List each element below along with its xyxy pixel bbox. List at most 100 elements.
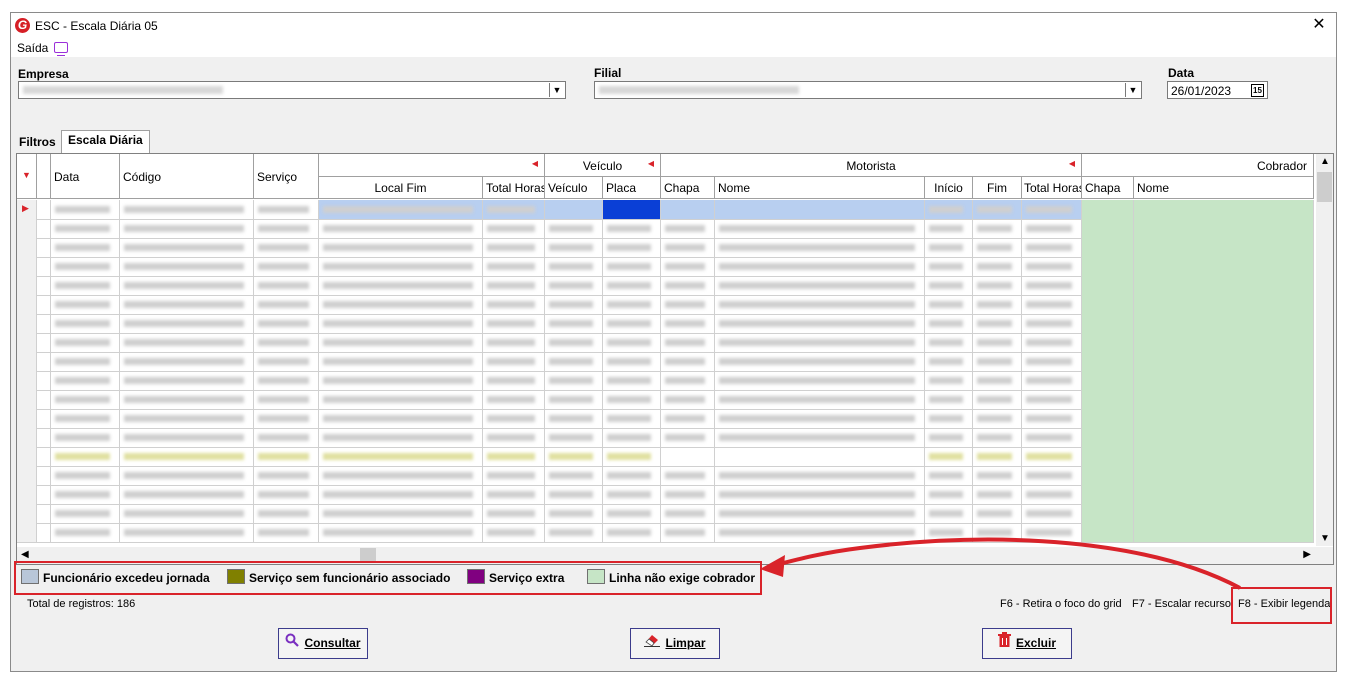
table-cell[interactable]	[715, 390, 925, 409]
table-cell[interactable]	[51, 257, 120, 276]
table-cell[interactable]	[1134, 295, 1314, 314]
table-cell[interactable]	[603, 200, 661, 219]
table-cell[interactable]	[51, 466, 120, 485]
table-cell[interactable]	[1022, 295, 1082, 314]
table-cell[interactable]	[603, 409, 661, 428]
table-cell[interactable]	[973, 504, 1022, 523]
table-cell[interactable]	[1082, 276, 1134, 295]
table-row[interactable]	[17, 295, 1314, 315]
table-cell[interactable]	[51, 447, 120, 466]
limpar-button[interactable]: Limpar	[630, 628, 720, 659]
table-cell[interactable]	[1082, 371, 1134, 390]
table-cell[interactable]	[51, 200, 120, 219]
table-cell[interactable]	[603, 371, 661, 390]
table-row[interactable]	[17, 257, 1314, 277]
table-cell[interactable]	[925, 428, 973, 447]
table-cell[interactable]	[1134, 485, 1314, 504]
table-cell[interactable]	[17, 219, 37, 238]
table-cell[interactable]	[545, 504, 603, 523]
table-row[interactable]	[17, 219, 1314, 239]
table-cell[interactable]	[483, 447, 545, 466]
table-cell[interactable]	[715, 504, 925, 523]
table-row[interactable]	[17, 333, 1314, 353]
table-cell[interactable]	[973, 352, 1022, 371]
table-cell[interactable]	[715, 200, 925, 219]
table-cell[interactable]	[603, 219, 661, 238]
table-cell[interactable]	[715, 238, 925, 257]
table-cell[interactable]	[925, 447, 973, 466]
table-cell[interactable]	[37, 390, 51, 409]
table-cell[interactable]	[545, 314, 603, 333]
table-row[interactable]	[17, 238, 1314, 258]
table-cell[interactable]	[37, 257, 51, 276]
table-cell[interactable]	[17, 390, 37, 409]
table-cell[interactable]	[17, 447, 37, 466]
chevron-down-icon[interactable]: ▼	[549, 83, 564, 97]
table-cell[interactable]	[483, 314, 545, 333]
table-cell[interactable]	[254, 200, 319, 219]
table-cell[interactable]	[973, 276, 1022, 295]
table-cell[interactable]	[1022, 485, 1082, 504]
table-cell[interactable]	[973, 257, 1022, 276]
table-cell[interactable]	[545, 523, 603, 542]
table-cell[interactable]	[37, 504, 51, 523]
table-cell[interactable]	[37, 371, 51, 390]
chevron-down-icon[interactable]: ▼	[1125, 83, 1140, 97]
table-cell[interactable]	[603, 333, 661, 352]
table-cell[interactable]	[483, 257, 545, 276]
table-cell[interactable]	[319, 485, 483, 504]
table-cell[interactable]	[17, 333, 37, 352]
table-cell[interactable]	[973, 390, 1022, 409]
table-cell[interactable]	[545, 219, 603, 238]
table-cell[interactable]	[120, 295, 254, 314]
table-cell[interactable]	[715, 352, 925, 371]
table-row[interactable]	[17, 314, 1314, 334]
consultar-button[interactable]: Consultar	[278, 628, 368, 659]
table-cell[interactable]	[545, 466, 603, 485]
filial-select[interactable]: ▼	[594, 81, 1142, 99]
table-cell[interactable]	[973, 466, 1022, 485]
table-cell[interactable]	[483, 466, 545, 485]
scroll-right-icon[interactable]: ▶	[1303, 549, 1311, 560]
table-cell[interactable]	[17, 466, 37, 485]
table-cell[interactable]	[925, 504, 973, 523]
table-cell[interactable]	[545, 371, 603, 390]
table-cell[interactable]	[603, 314, 661, 333]
col-servico[interactable]: Serviço	[254, 154, 319, 199]
table-cell[interactable]	[37, 447, 51, 466]
scroll-up-icon[interactable]: ▲	[1320, 156, 1330, 167]
table-cell[interactable]	[120, 276, 254, 295]
table-cell[interactable]	[1022, 257, 1082, 276]
table-cell[interactable]	[120, 390, 254, 409]
table-cell[interactable]	[254, 219, 319, 238]
table-cell[interactable]	[973, 314, 1022, 333]
table-cell[interactable]	[1082, 295, 1134, 314]
table-cell[interactable]	[925, 295, 973, 314]
table-cell[interactable]	[120, 371, 254, 390]
table-cell[interactable]	[1022, 504, 1082, 523]
table-cell[interactable]	[120, 428, 254, 447]
table-cell[interactable]	[1082, 447, 1134, 466]
table-cell[interactable]	[1022, 238, 1082, 257]
table-cell[interactable]	[715, 257, 925, 276]
table-cell[interactable]	[925, 466, 973, 485]
table-cell[interactable]	[1134, 523, 1314, 542]
table-cell[interactable]	[545, 200, 603, 219]
table-cell[interactable]	[973, 238, 1022, 257]
table-cell[interactable]	[603, 257, 661, 276]
table-cell[interactable]	[1022, 219, 1082, 238]
table-cell[interactable]	[319, 466, 483, 485]
table-cell[interactable]	[120, 504, 254, 523]
table-cell[interactable]	[319, 428, 483, 447]
table-cell[interactable]	[254, 466, 319, 485]
table-cell[interactable]	[973, 200, 1022, 219]
table-cell[interactable]	[51, 523, 120, 542]
schedule-grid[interactable]: ▼ Data Código Serviço ◀ Veículo ◀ Motori…	[16, 153, 1334, 565]
table-cell[interactable]	[37, 238, 51, 257]
col-inicio[interactable]: Início	[925, 177, 973, 199]
table-cell[interactable]	[483, 371, 545, 390]
table-cell[interactable]	[1022, 200, 1082, 219]
table-cell[interactable]	[1134, 219, 1314, 238]
scroll-left-icon[interactable]: ◀	[21, 549, 29, 560]
table-cell[interactable]	[319, 352, 483, 371]
